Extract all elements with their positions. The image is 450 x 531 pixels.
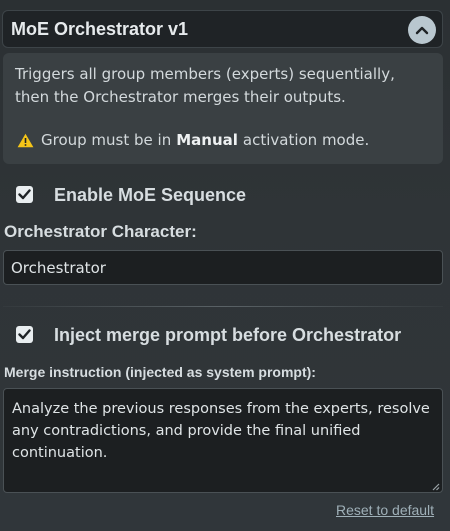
reset-to-default-link[interactable]: Reset to default xyxy=(336,502,434,518)
enable-moe-sequence-label[interactable]: Enable MoE Sequence xyxy=(54,185,246,206)
info-box: Triggers all group members (experts) seq… xyxy=(3,53,443,164)
warning-text-prefix: Group must be in xyxy=(41,131,172,149)
orchestrator-character-label: Orchestrator Character: xyxy=(4,222,197,241)
info-description-line-2: then the Orchestrator merges their outpu… xyxy=(15,88,346,106)
panel-header[interactable]: MoE Orchestrator v1 xyxy=(2,10,443,48)
warning-note: Group must be in Manual activation mode. xyxy=(17,131,369,149)
warning-icon xyxy=(17,133,34,147)
warning-text-suffix: activation mode. xyxy=(242,131,370,149)
inject-merge-prompt-label[interactable]: Inject merge prompt before Orchestrator xyxy=(54,325,401,346)
section-divider xyxy=(3,306,443,307)
chevron-up-icon xyxy=(415,26,429,35)
inject-merge-prompt-checkbox[interactable] xyxy=(16,326,33,343)
panel-title: MoE Orchestrator v1 xyxy=(11,19,189,39)
moe-orchestrator-panel: MoE Orchestrator v1 Triggers all group m… xyxy=(0,0,450,531)
info-description-line-1: Triggers all group members (experts) seq… xyxy=(15,65,395,83)
checkmark-icon xyxy=(18,329,31,340)
enable-moe-sequence-checkbox[interactable] xyxy=(16,186,33,203)
orchestrator-character-input[interactable] xyxy=(3,250,443,285)
warning-text-strong: Manual xyxy=(176,131,238,149)
resize-grip-icon[interactable] xyxy=(432,483,440,491)
collapse-button[interactable] xyxy=(408,16,436,44)
merge-instruction-textarea[interactable]: Analyze the previous responses from the … xyxy=(3,388,443,493)
merge-instruction-label: Merge instruction (injected as system pr… xyxy=(4,364,316,380)
checkmark-icon xyxy=(18,189,31,200)
